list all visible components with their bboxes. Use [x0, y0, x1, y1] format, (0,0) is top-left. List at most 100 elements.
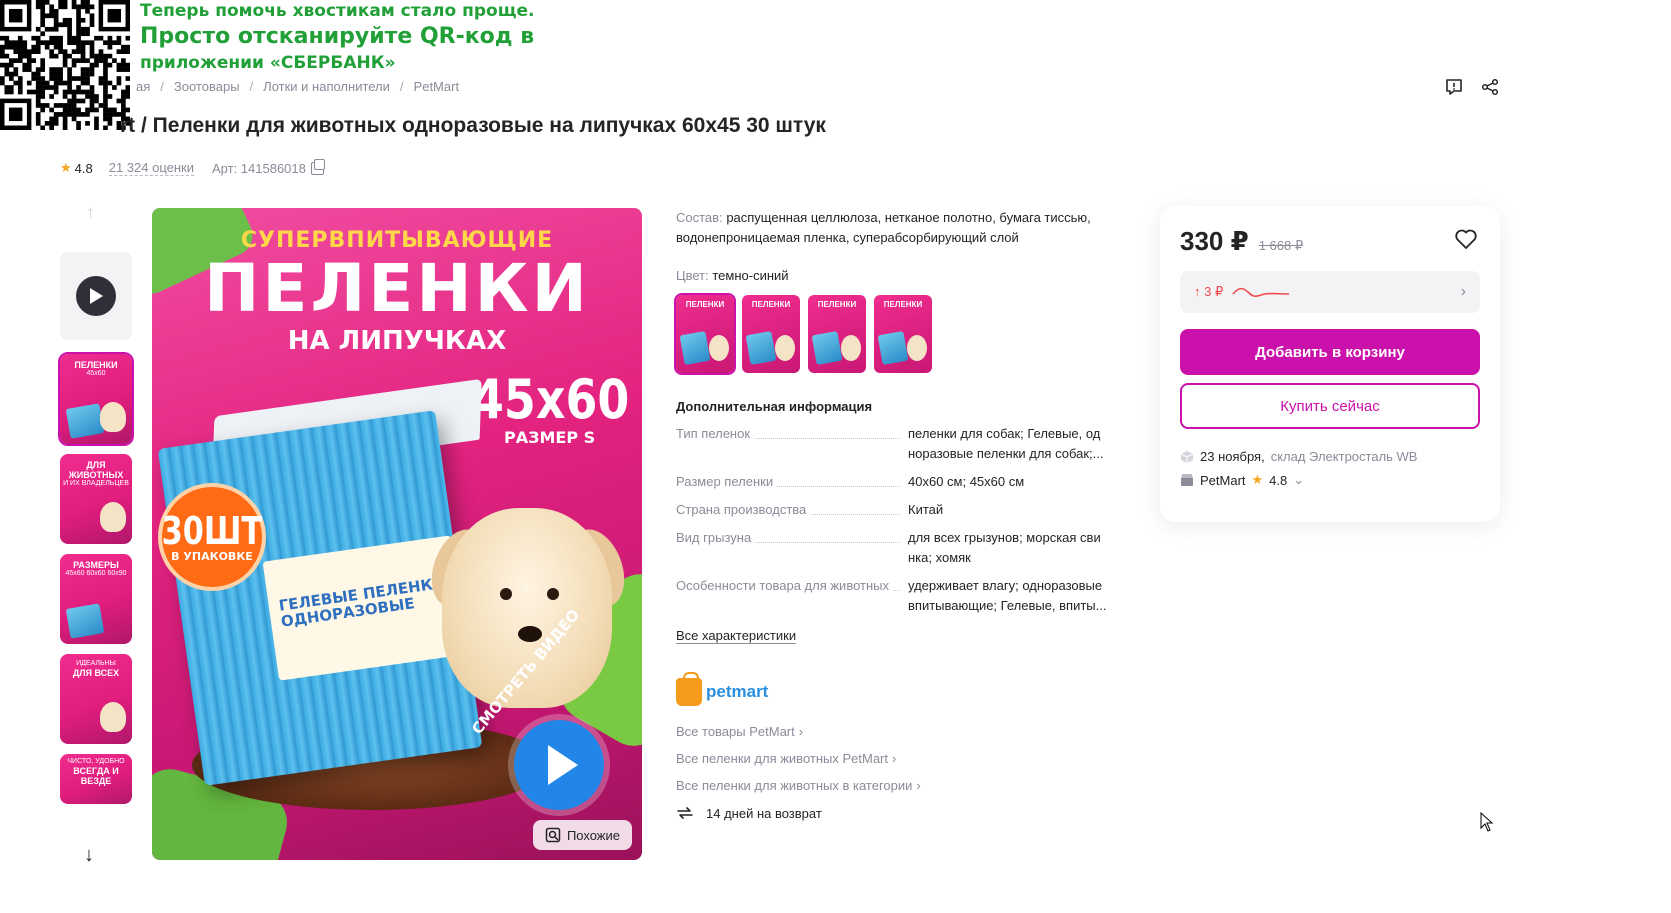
qr-code: [0, 0, 130, 130]
arrow-up-icon[interactable]: ↑: [86, 202, 95, 223]
swatch-pack: [877, 330, 909, 366]
brand-links: Все товары PetMart › Все пеленки для живо…: [676, 724, 1128, 793]
swatch-pack: [811, 330, 843, 366]
buy-now-button[interactable]: Купить сейчас: [1180, 383, 1480, 429]
product-title: rt / Пеленки для животных одноразовые на…: [120, 114, 826, 138]
thumbnail-video[interactable]: [60, 252, 132, 340]
thumbnail-1[interactable]: ПЕЛЕНКИ 45x60: [58, 352, 134, 446]
main-product-image[interactable]: СУПЕРВПИТЫВАЮЩИЕ ПЕЛЕНКИ НА ЛИПУЧКАХ 45x…: [152, 208, 642, 860]
price-sparkline-icon: [1232, 287, 1290, 298]
spec-value: пеленки для собак; Гелевые, од норазовые…: [908, 426, 1104, 461]
chevron-right-icon: ›: [916, 778, 921, 793]
color-row: Цвет: темно-синий: [676, 268, 1128, 283]
play-icon: [548, 745, 578, 785]
composition: Состав: распущенная целлюлоза, нетканое …: [676, 208, 1128, 248]
product-info: Состав: распущенная целлюлоза, нетканое …: [674, 208, 1128, 821]
thumbnail-strip: ↑ ПЕЛЕНКИ 45x60 ДЛЯ ЖИВОТНЫХ И ИХ ВЛАДЕЛ…: [58, 198, 134, 868]
arrow-down-icon[interactable]: ↓: [84, 844, 94, 867]
report-icon[interactable]: [1443, 76, 1465, 98]
brand-logo[interactable]: petmart: [676, 672, 1128, 706]
swatch-title: ПЕЛЕНКИ: [883, 300, 923, 309]
all-specs-link[interactable]: Все характеристики: [676, 628, 797, 644]
thumbnail-3[interactable]: РАЗМЕРЫ 45x60 60x60 60x90: [60, 554, 132, 644]
spec-value: 40x60 см; 45x60 см: [908, 474, 1025, 489]
thumbnail-title: РАЗМЕРЫ: [73, 560, 119, 570]
return-text: 14 дней на возврат: [706, 805, 822, 821]
thumbnail-title: ПЕЛЕНКИ: [74, 360, 118, 370]
color-variant-2[interactable]: ПЕЛЕНКИ: [742, 295, 800, 373]
swatch-title: ПЕЛЕНКИ: [685, 300, 725, 309]
top-actions: [1443, 76, 1501, 98]
color-value: темно-синий: [712, 268, 789, 283]
seller-info[interactable]: PetMart ★ 4.8 ⌄: [1180, 472, 1480, 488]
count-badge: 30ШТ В УПАКОВКЕ: [158, 483, 266, 591]
promo-line-3: приложении «СБЕРБАНК»: [140, 53, 396, 73]
breadcrumb-item-brand[interactable]: PetMart: [414, 79, 460, 94]
color-variant-3[interactable]: ПЕЛЕНКИ: [808, 295, 866, 373]
thumbnail-subtitle: ЧИСТО, УДОБНО: [67, 758, 125, 765]
play-video-button[interactable]: [514, 720, 604, 810]
brand-link-brand-category[interactable]: Все пеленки для животных PetMart ›: [676, 751, 1128, 766]
puppy-nose: [518, 626, 542, 642]
composition-value: распущенная целлюлоза, нетканое полотно,…: [676, 210, 1091, 245]
breadcrumb-item-trays[interactable]: Лотки и наполнители: [263, 79, 390, 94]
thumbnail-title: ВСЕГДА И ВЕЗДЕ: [73, 766, 119, 786]
breadcrumb-separator: /: [249, 79, 254, 94]
search-similar-icon: [545, 827, 561, 843]
similar-button[interactable]: Похожие: [532, 820, 632, 850]
price-row: 330 ₽ 1 668 ₽: [1180, 226, 1480, 257]
warehouse: склад Электросталь WB: [1270, 449, 1418, 464]
color-variant-4[interactable]: ПЕЛЕНКИ: [874, 295, 932, 373]
return-policy: 14 дней на возврат: [676, 805, 1128, 821]
star-icon: ★: [60, 160, 72, 175]
color-variant-1[interactable]: ПЕЛЕНКИ: [674, 293, 736, 375]
spec-row: Вид грызуна для всех грызунов; морская с…: [676, 528, 1128, 568]
favorite-heart-icon[interactable]: [1454, 228, 1478, 255]
play-icon: [76, 276, 116, 316]
add-to-cart-button[interactable]: Добавить в корзину: [1180, 329, 1480, 375]
color-label: Цвет:: [676, 268, 709, 283]
article-number: Арт: 141586018: [212, 160, 306, 176]
delivery-info: 23 ноября, склад Электросталь WB: [1180, 449, 1480, 464]
swatch-title: ПЕЛЕНКИ: [817, 300, 857, 309]
chevron-right-icon: ›: [892, 751, 897, 766]
swatch-pack: [679, 330, 711, 366]
spec-value: для всех грызунов; морская сви нка; хомя…: [908, 530, 1101, 565]
thumbnail-pack-image: [65, 403, 105, 439]
thumbnail-2[interactable]: ДЛЯ ЖИВОТНЫХ И ИХ ВЛАДЕЛЬЦЕВ: [60, 454, 132, 544]
product-rating: 4.8: [74, 160, 93, 176]
spec-key: Особенности товара для животных: [676, 578, 893, 593]
thumbnail-subtitle: 45x60 60x60 60x90: [65, 570, 127, 577]
thumbnail-4[interactable]: ИДЕАЛЬНЫ ДЛЯ ВСЕХ: [60, 654, 132, 744]
swatch-dog: [907, 335, 927, 361]
swatch-dog: [841, 335, 861, 361]
old-price: 1 668 ₽: [1258, 238, 1304, 253]
thumbnail-title: ДЛЯ ЖИВОТНЫХ: [68, 460, 124, 480]
composition-label: Состав:: [676, 210, 723, 225]
product-meta: ★ 4.8 21 324 оценки Арт: 141586018: [60, 158, 325, 176]
brand-link-all-products[interactable]: Все товары PetMart ›: [676, 724, 1128, 739]
reviews-link[interactable]: 21 324 оценки: [108, 160, 194, 176]
specs-list: Тип пеленок пеленки для собак; Гелевые, …: [676, 424, 1128, 616]
share-icon[interactable]: [1479, 76, 1501, 98]
breadcrumb-item-home[interactable]: ая: [136, 79, 150, 94]
spec-key: Тип пеленок: [676, 426, 755, 441]
spec-key-wrap: Страна производства: [676, 500, 908, 520]
image-size: 45x60: [472, 368, 630, 431]
brand-link-label: Все пеленки для животных PetMart: [676, 751, 888, 766]
copy-icon[interactable]: [310, 158, 325, 175]
thumbnail-5[interactable]: ЧИСТО, УДОБНО ВСЕГДА И ВЕЗДЕ: [60, 754, 132, 804]
image-size-label: РАЗМЕР S: [504, 428, 596, 447]
chevron-down-icon: ⌄: [1293, 472, 1305, 487]
spec-value: удерживает влагу; одноразовые впитывающи…: [908, 578, 1107, 613]
chevron-right-icon: ›: [1460, 283, 1466, 300]
breadcrumb: ая / Зоотовары / Лотки и наполнители / P…: [136, 79, 459, 94]
chevron-right-icon: ›: [798, 724, 804, 739]
price-history[interactable]: ↑ 3 ₽ ›: [1180, 271, 1480, 313]
brand-link-category[interactable]: Все пеленки для животных в категории ›: [676, 778, 1128, 793]
thumbnail-dog-image: [100, 402, 126, 432]
star-icon: ★: [1251, 472, 1264, 487]
breadcrumb-item-pets[interactable]: Зоотовары: [174, 79, 240, 94]
spec-row: Размер пеленки 40x60 см; 45x60 см: [676, 472, 1128, 492]
badge-count: 30ШТ: [161, 508, 263, 553]
